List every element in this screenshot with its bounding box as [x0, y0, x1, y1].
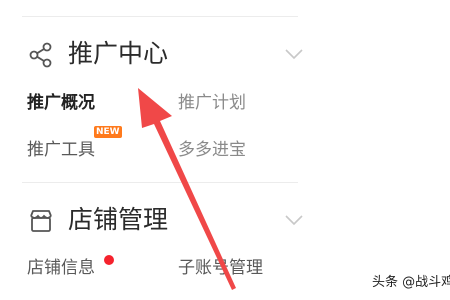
store-icon — [30, 210, 52, 232]
chevron-down-icon[interactable] — [284, 214, 304, 226]
top-divider — [22, 16, 298, 17]
store-management-title: 店铺管理 — [68, 205, 169, 234]
store-management-header[interactable]: 店铺管理 — [22, 200, 312, 240]
menu-item-store-info[interactable]: 店铺信息 — [27, 257, 95, 279]
menu-item-sub-account-management[interactable]: 子账号管理 — [178, 257, 263, 279]
menu-item-promotion-overview[interactable]: 推广概况 — [27, 92, 95, 114]
notification-dot — [104, 255, 114, 265]
share-icon — [29, 42, 52, 68]
section-divider — [22, 182, 298, 183]
promotion-center-header[interactable]: 推广中心 — [22, 34, 312, 74]
watermark-text: 头条 @战斗鸡 — [372, 275, 450, 290]
menu-item-duoduo-jinbao[interactable]: 多多进宝 — [178, 139, 246, 161]
new-badge: NEW — [94, 126, 122, 138]
promotion-center-title: 推广中心 — [68, 39, 169, 68]
chevron-down-icon[interactable] — [284, 48, 304, 60]
menu-item-promotion-plan[interactable]: 推广计划 — [178, 92, 246, 114]
menu-item-promotion-tools[interactable]: 推广工具 — [27, 139, 95, 161]
